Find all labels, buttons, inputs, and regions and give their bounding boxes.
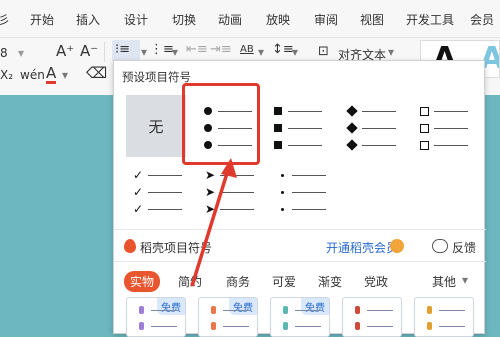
- increase-indent-icon[interactable]: ⇥≡: [210, 42, 232, 57]
- font-color-button[interactable]: A: [46, 65, 57, 84]
- clear-format-button[interactable]: ⌫: [86, 64, 107, 82]
- font-size-box[interactable]: 8: [0, 46, 8, 60]
- tab-home[interactable]: 开始: [30, 11, 54, 28]
- template-thumb[interactable]: 免费: [198, 297, 258, 337]
- more-categories-button[interactable]: 其他: [432, 273, 456, 290]
- tab-developer[interactable]: 开发工具: [406, 11, 454, 28]
- subscript-button[interactable]: X₂: [0, 68, 13, 82]
- increase-font-button[interactable]: A⁺: [56, 42, 74, 60]
- small-dot-icon: [276, 169, 288, 181]
- diamond-icon: [346, 105, 358, 117]
- highlight-box: [182, 83, 260, 165]
- decrease-indent-icon[interactable]: ⇤≡: [186, 42, 208, 57]
- tab-slideshow[interactable]: 放映: [266, 11, 290, 28]
- divider: [104, 42, 105, 62]
- divider: [114, 261, 486, 262]
- category-tab-objects[interactable]: 实物: [124, 271, 161, 292]
- bullet-dropdown-panel: 预设项目符号 无 ✓ ✓ ✓ ➤ ➤ ➤ 稻壳项目符号 开通稻壳会员 反馈 实物…: [113, 60, 486, 337]
- ribbon-tabs: 彡 开始 插入 设计 切换 动画 放映 审阅 视图 开发工具 会员: [0, 0, 500, 38]
- tab-member[interactable]: 会员: [470, 11, 494, 28]
- bullet-diamond-option[interactable]: [342, 105, 402, 167]
- divider: [114, 229, 486, 230]
- category-tab-business[interactable]: 商务: [226, 273, 250, 290]
- category-tab-party[interactable]: 党政: [364, 273, 388, 290]
- category-tab-gradient[interactable]: 渐变: [318, 273, 342, 290]
- tab-review[interactable]: 审阅: [314, 11, 338, 28]
- font-size-dropdown-icon[interactable]: ▾: [18, 46, 24, 60]
- arrowhead-icon: ➤: [204, 168, 216, 182]
- feedback-button[interactable]: 反馈: [452, 239, 476, 256]
- decrease-font-button[interactable]: A⁻: [80, 42, 98, 60]
- tab-animation[interactable]: 动画: [218, 11, 242, 28]
- daoke-bullets-label: 稻壳项目符号: [140, 241, 213, 255]
- phonetic-button[interactable]: wén: [20, 68, 45, 82]
- tab-design[interactable]: 设计: [124, 11, 148, 28]
- panel-title: 预设项目符号: [122, 70, 191, 84]
- template-thumb[interactable]: 免费: [270, 297, 330, 337]
- chevron-down-icon[interactable]: ▾: [172, 45, 178, 59]
- tab-transition[interactable]: 切换: [172, 11, 196, 28]
- align-text-icon[interactable]: ⊡: [318, 44, 329, 59]
- free-badge: 免费: [157, 298, 185, 315]
- bullet-list-button[interactable]: ⁝≡: [112, 40, 140, 62]
- bullet-small-dot-option[interactable]: [272, 169, 332, 231]
- numbered-list-icon[interactable]: ⋮≡: [150, 42, 174, 57]
- feedback-icon[interactable]: [432, 239, 448, 253]
- bullet-list-icon: ⁝≡: [115, 42, 131, 57]
- filled-square-icon: [272, 105, 284, 117]
- chevron-down-icon[interactable]: ▾: [258, 45, 264, 59]
- chevron-down-icon[interactable]: ▾: [462, 273, 468, 287]
- chevron-down-icon[interactable]: ▾: [141, 45, 147, 59]
- daoke-flame-icon: [124, 239, 136, 253]
- template-thumb[interactable]: [414, 297, 474, 337]
- checkmark-icon: ✓: [132, 168, 144, 182]
- line-spacing-icon[interactable]: ↕≡: [272, 42, 294, 57]
- category-tab-simple[interactable]: 简约: [178, 273, 202, 290]
- hollow-square-icon: [418, 105, 430, 117]
- template-thumb[interactable]: [342, 297, 402, 337]
- tab-view[interactable]: 视图: [360, 11, 384, 28]
- bullet-hollow-square-option[interactable]: [414, 105, 474, 167]
- chevron-down-icon[interactable]: ▾: [388, 45, 394, 59]
- bullet-filled-square-option[interactable]: [268, 105, 328, 167]
- bullet-arrowhead-option[interactable]: ➤ ➤ ➤: [200, 169, 260, 231]
- free-badge: 免费: [229, 298, 257, 315]
- open-vip-link[interactable]: 开通稻壳会员: [326, 239, 398, 256]
- bullet-none-option[interactable]: 无: [126, 95, 186, 157]
- tab-design-partial[interactable]: 彡: [0, 11, 10, 28]
- category-tab-cute[interactable]: 可爱: [272, 273, 296, 290]
- chevron-down-icon[interactable]: ▾: [62, 68, 68, 82]
- none-label: 无: [148, 117, 164, 136]
- chevron-down-icon[interactable]: ▾: [292, 45, 298, 59]
- bullet-checkmark-option[interactable]: ✓ ✓ ✓: [128, 169, 188, 231]
- free-badge: 免费: [301, 298, 329, 315]
- vip-crown-icon: [390, 239, 404, 253]
- tab-insert[interactable]: 插入: [76, 11, 100, 28]
- template-thumb[interactable]: 免费: [126, 297, 186, 337]
- char-spacing-button[interactable]: AB: [240, 44, 254, 55]
